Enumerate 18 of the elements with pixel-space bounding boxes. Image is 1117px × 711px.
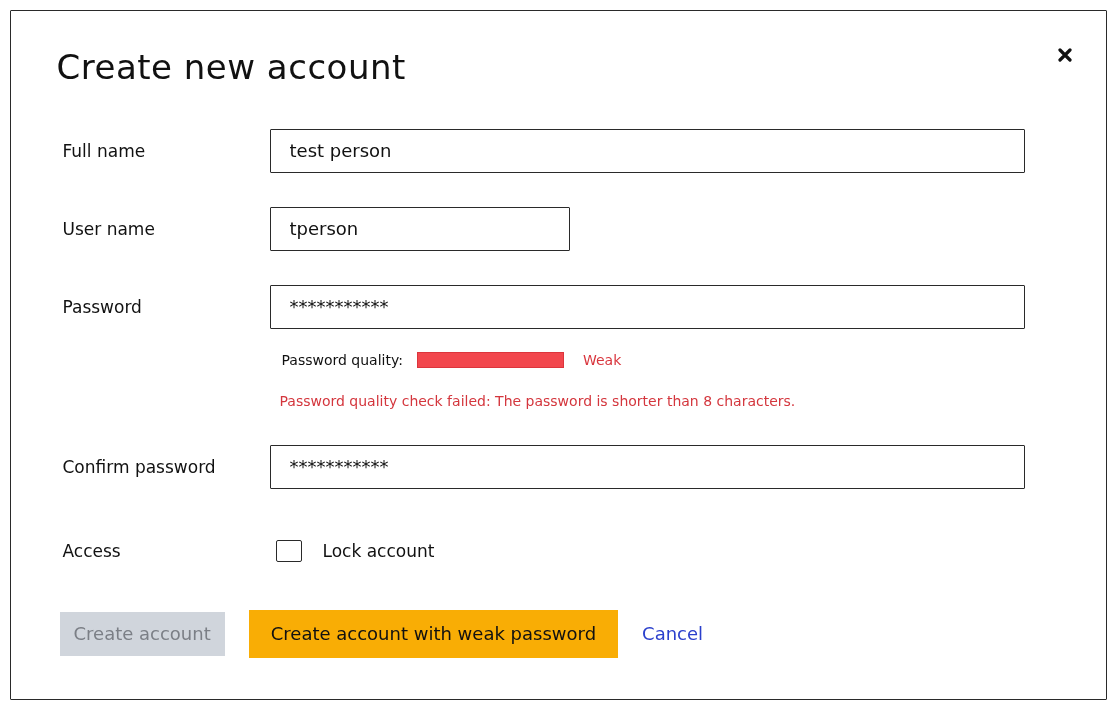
password-input[interactable]: ***********: [269, 284, 1025, 329]
create-weak-button[interactable]: Create account with weak password: [248, 609, 619, 658]
close-icon[interactable]: [1058, 48, 1072, 62]
checkbox[interactable]: [275, 539, 302, 562]
password-input[interactable]: ***********: [269, 444, 1025, 489]
dialog-title: Create new account: [56, 46, 406, 89]
field-label: Access: [62, 539, 122, 562]
text-input[interactable]: tperson: [269, 206, 570, 251]
checkbox-label[interactable]: Lock account: [322, 539, 435, 562]
field-label: Password: [62, 295, 143, 318]
quality-reading: Weak: [582, 350, 622, 370]
field-label: Confirm password: [62, 455, 217, 478]
quality-label: Password quality:: [281, 350, 403, 370]
cancel-link[interactable]: Cancel: [642, 621, 704, 646]
error-message: Password quality check failed: The password is shorter than 8 characters.: [279, 391, 797, 411]
text-input[interactable]: test person: [269, 128, 1025, 173]
field-label: Full name: [62, 139, 147, 162]
field-label: User name: [62, 217, 156, 240]
